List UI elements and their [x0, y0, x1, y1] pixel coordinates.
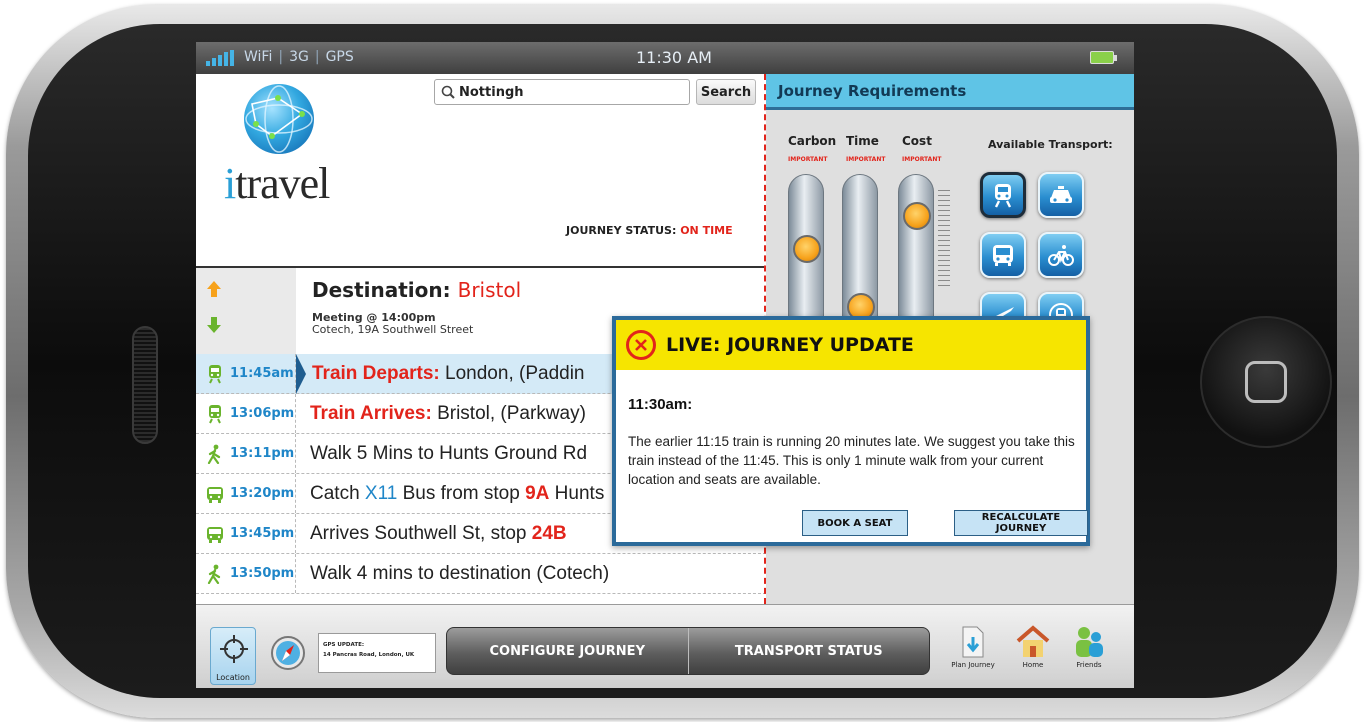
signal-strength-icon — [206, 50, 236, 66]
taxi-transport-button[interactable] — [1038, 172, 1084, 218]
leg-description: Walk 4 mins to destination (Cotech) — [310, 562, 610, 584]
destination-label: Destination: — [312, 278, 451, 302]
leg-description: Train Arrives: Bristol, (Parkway) — [310, 402, 586, 424]
location-label: Location — [216, 673, 250, 682]
wifi-label: WiFi — [244, 49, 273, 65]
search-input[interactable] — [459, 84, 679, 100]
search-field[interactable] — [434, 79, 690, 105]
leg-time: 13:45pm — [230, 526, 295, 541]
globe-logo-icon — [244, 84, 314, 154]
cost-importance-tag: IMPORTANT — [902, 156, 942, 163]
leg-time: 13:50pm — [230, 566, 295, 581]
train-icon — [209, 404, 221, 423]
leg-time: 13:11pm — [230, 446, 295, 461]
carbon-slider-label: Carbon — [788, 134, 837, 148]
transport-status-button[interactable]: TRANSPORT STATUS — [687, 628, 930, 674]
battery-icon — [1090, 51, 1117, 64]
leg-description: Catch X11 Bus from stop 9A Hunts — [310, 482, 605, 504]
plan-journey-button[interactable]: Plan Journey — [948, 625, 998, 669]
journey-status-value: ON TIME — [680, 224, 733, 237]
live-update-dialog: LIVE: JOURNEY UPDATE 11:30am: The earlie… — [612, 316, 1090, 546]
book-seat-button[interactable]: BOOK A SEAT — [802, 510, 908, 536]
home-button-square-icon — [1245, 361, 1287, 403]
bus-transport-button[interactable] — [980, 232, 1026, 278]
friends-icon — [1076, 627, 1103, 657]
plan-journey-label: Plan Journey — [951, 661, 995, 669]
crosshair-icon — [220, 635, 248, 663]
available-transport-title: Available Transport: — [988, 138, 1113, 151]
main-action-bar: CONFIGURE JOURNEY TRANSPORT STATUS — [446, 627, 930, 675]
bus-icon — [993, 245, 1013, 266]
carbon-slider-knob[interactable] — [793, 235, 821, 264]
destination-place: Bristol — [457, 278, 522, 302]
arrow-down-icon[interactable] — [206, 316, 222, 334]
destination-details: Meeting @ 14:00pm Cotech, 19A Southwell … — [312, 312, 473, 336]
location-button[interactable]: Location — [210, 627, 256, 685]
app-screen: WiFi|3G|GPS 11:30 AM itravel Search J — [196, 42, 1134, 688]
cost-slider-label: Cost — [902, 134, 932, 148]
leg-time: 11:45am — [230, 366, 294, 381]
live-update-title: LIVE: JOURNEY UPDATE — [666, 334, 914, 356]
gps-label: GPS — [325, 49, 354, 65]
destination-address: Cotech, 19A Southwell Street — [312, 323, 474, 336]
home-nav-button[interactable]: Home — [1008, 625, 1058, 669]
bus-icon — [207, 486, 223, 503]
time-slider-label: Time — [846, 134, 879, 148]
destination-title: Destination: Bristol — [312, 278, 521, 302]
home-button[interactable] — [1200, 316, 1332, 448]
taxi-icon — [1050, 186, 1072, 203]
search-icon — [441, 85, 455, 99]
bicycle-transport-button[interactable] — [1038, 232, 1084, 278]
logo-i: i — [224, 159, 236, 208]
gps-update-box: GPS UPDATE: 14 Pancras Road, London, UK — [318, 633, 436, 673]
itinerary-row[interactable]: 13:50pm Walk 4 mins to destination (Cote… — [196, 554, 766, 594]
leg-time: 13:06pm — [230, 406, 295, 421]
leg-description: Walk 5 Mins to Hunts Ground Rd — [310, 442, 588, 464]
friends-button[interactable]: Friends — [1064, 625, 1114, 669]
friends-label: Friends — [1076, 661, 1102, 669]
close-icon[interactable] — [626, 330, 656, 360]
bicycle-icon — [1048, 245, 1074, 266]
3g-label: 3G — [289, 49, 309, 65]
journey-status-label: JOURNEY STATUS: — [566, 224, 677, 237]
journey-status: JOURNEY STATUS: ON TIME — [566, 224, 733, 237]
train-transport-button[interactable] — [980, 172, 1026, 218]
live-update-header: LIVE: JOURNEY UPDATE — [616, 320, 1086, 370]
gps-update-address: 14 Pancras Road, London, UK — [323, 652, 415, 658]
time-importance-tag: IMPORTANT — [846, 156, 886, 163]
leg-description: Train Departs: London, (Paddin — [312, 362, 585, 384]
bottom-toolbar: Location GPS UPDATE: 14 Pancras Road, Lo… — [196, 604, 1134, 688]
logo-wordmark: travel — [235, 159, 330, 208]
live-update-message: The earlier 11:15 train is running 20 mi… — [628, 434, 1075, 487]
recalculate-journey-button[interactable]: RECALCULATE JOURNEY — [954, 510, 1088, 536]
home-label: Home — [1022, 661, 1044, 669]
leg-time: 13:20pm — [230, 486, 295, 501]
download-icon — [962, 626, 984, 658]
leg-description: Arrives Southwell St, stop 24B — [310, 522, 567, 544]
compass-icon[interactable] — [270, 635, 306, 671]
status-bar: WiFi | 3G | GPS 11:30 AM — [196, 42, 1134, 74]
carbon-importance-tag: IMPORTANT — [788, 156, 828, 163]
train-icon — [994, 184, 1012, 208]
search-button[interactable]: Search — [696, 79, 756, 105]
live-update-time: 11:30am: — [628, 396, 693, 413]
speaker-grille — [132, 326, 158, 444]
requirements-title: Journey Requirements — [766, 74, 1134, 110]
arrow-up-icon[interactable] — [206, 280, 222, 298]
slider-scale — [938, 186, 950, 286]
configure-journey-button[interactable]: CONFIGURE JOURNEY — [447, 628, 688, 674]
active-leg-marker — [296, 354, 306, 394]
bus-icon — [207, 526, 223, 543]
clock: 11:30 AM — [636, 48, 712, 67]
house-icon — [1016, 625, 1050, 657]
network-indicators: WiFi | 3G | GPS — [244, 49, 354, 65]
gps-update-title: GPS UPDATE: — [323, 642, 365, 648]
cost-slider-knob[interactable] — [903, 201, 931, 230]
walk-icon — [207, 444, 221, 464]
app-logo: itravel — [224, 158, 330, 209]
train-icon — [209, 364, 221, 383]
walk-icon — [207, 564, 221, 584]
scroll-arrows — [196, 268, 296, 354]
